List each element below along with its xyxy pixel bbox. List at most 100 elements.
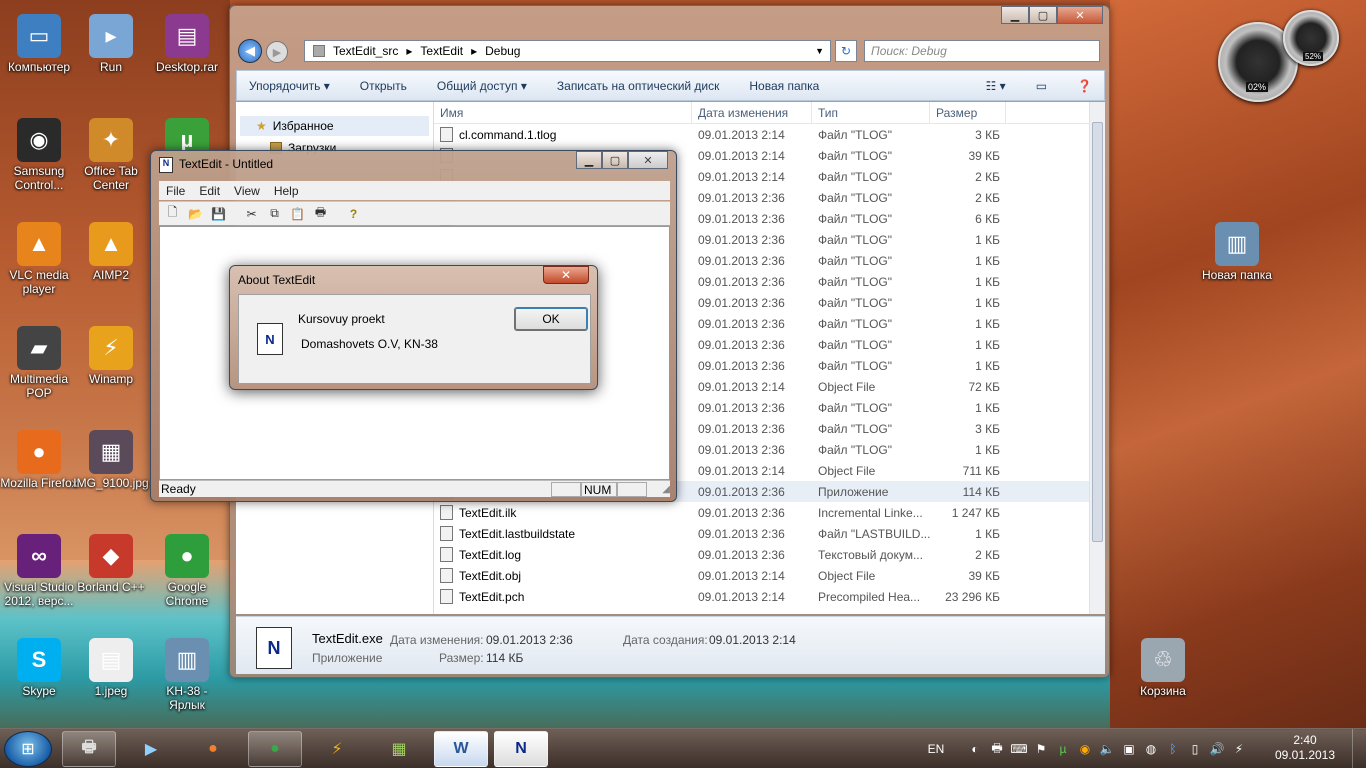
- help-icon[interactable]: ?: [344, 205, 363, 223]
- open-button[interactable]: Открыть: [360, 79, 407, 93]
- taskbar-media-player[interactable]: ▶: [124, 731, 178, 767]
- taskbar-word[interactable]: W: [434, 731, 488, 767]
- file-row[interactable]: TextEdit.obj 09.01.2013 2:14 Object File 39…: [434, 565, 1105, 586]
- ok-button[interactable]: OK: [514, 307, 588, 331]
- desktop-icon[interactable]: ▥ Новая папка: [1198, 222, 1276, 282]
- printer-tray-icon[interactable]: 🖶: [989, 741, 1005, 757]
- menu-help[interactable]: Help: [274, 184, 299, 198]
- taskbar-chrome[interactable]: ●: [248, 731, 302, 767]
- breadcrumb-item[interactable]: Debug: [485, 44, 520, 58]
- minimize-button[interactable]: ▁: [1001, 6, 1029, 24]
- close-button[interactable]: ✕: [1057, 6, 1103, 24]
- file-row[interactable]: TextEdit.lastbuildstate 09.01.2013 2:36 Фа…: [434, 523, 1105, 544]
- file-row[interactable]: cl.command.1.tlog 09.01.2013 2:14 Файл "TL…: [434, 124, 1105, 145]
- power-icon[interactable]: ⚡: [1231, 741, 1247, 757]
- col-size[interactable]: Размер: [930, 102, 1006, 123]
- desktop-icon[interactable]: ▰ Multimedia POP: [0, 326, 78, 400]
- start-button[interactable]: ⊞: [4, 731, 52, 767]
- breadcrumb-item[interactable]: TextEdit: [420, 44, 463, 58]
- new-file-icon[interactable]: 🗋: [163, 205, 182, 223]
- desktop-icon[interactable]: ◉ Samsung Control...: [0, 118, 78, 192]
- desktop-icon-image: ●: [17, 430, 61, 474]
- taskbar-app[interactable]: ▦: [372, 731, 426, 767]
- view-options-icon[interactable]: ☷ ▾: [986, 79, 1006, 93]
- forward-button[interactable]: ▶: [266, 41, 288, 63]
- about-close-button[interactable]: ✕: [543, 266, 589, 284]
- menu-view[interactable]: View: [234, 184, 260, 198]
- keyboard-icon[interactable]: ⌨: [1010, 741, 1027, 757]
- scrollbar-thumb[interactable]: [1092, 122, 1103, 542]
- clock[interactable]: 2:40 09.01.2013: [1270, 733, 1340, 763]
- desktop-icon[interactable]: ✦ Office Tab Center: [72, 118, 150, 192]
- maximize-button[interactable]: ▢: [1029, 6, 1057, 24]
- col-name[interactable]: Имя: [434, 102, 692, 123]
- menu-edit[interactable]: Edit: [199, 184, 220, 198]
- cut-icon[interactable]: ✂: [242, 205, 261, 223]
- taskbar-winamp[interactable]: ⚡: [310, 731, 364, 767]
- desktop-icon[interactable]: ⚡ Winamp: [72, 326, 150, 386]
- aimp-icon[interactable]: ◉: [1077, 741, 1093, 757]
- volume-icon[interactable]: 🔈: [1099, 741, 1115, 757]
- desktop-icon[interactable]: S Skype: [0, 638, 78, 698]
- desktop-icon[interactable]: ▲ VLC media player: [0, 222, 78, 296]
- back-button[interactable]: ◀: [238, 39, 262, 63]
- flag-icon[interactable]: ⚑: [1033, 741, 1049, 757]
- open-file-icon[interactable]: 📂: [186, 205, 205, 223]
- desktop-icon[interactable]: ▭ Компьютер: [0, 14, 78, 74]
- file-row[interactable]: TextEdit.log 09.01.2013 2:36 Текстовый док…: [434, 544, 1105, 565]
- taskbar-textedit[interactable]: N: [494, 731, 548, 767]
- bluetooth-icon[interactable]: ᛒ: [1165, 741, 1181, 757]
- desktop-icon[interactable]: ▤ 1.jpeg: [72, 638, 150, 698]
- scrollbar[interactable]: [1089, 102, 1105, 614]
- print-icon[interactable]: 🖶: [311, 205, 330, 223]
- desktop-icon[interactable]: ● Google Chrome: [148, 534, 226, 608]
- network-icon[interactable]: ◐: [967, 741, 983, 757]
- desktop-icon[interactable]: ▸ Run: [72, 14, 150, 74]
- share-button[interactable]: Общий доступ ▾: [437, 79, 527, 93]
- paste-icon[interactable]: 📋: [288, 205, 307, 223]
- file-row[interactable]: TextEdit.pch 09.01.2013 2:14 Precompiled H…: [434, 586, 1105, 607]
- breadcrumb-item[interactable]: TextEdit_src: [333, 44, 398, 58]
- help-icon[interactable]: ❓: [1077, 79, 1092, 93]
- close-button[interactable]: ✕: [628, 151, 668, 169]
- device-icon[interactable]: ▯: [1187, 741, 1203, 757]
- nav-favorites[interactable]: ★ Избранное: [240, 116, 429, 136]
- taskbar-printer[interactable]: 🖶: [62, 731, 116, 767]
- file-type: Файл "TLOG": [818, 316, 893, 331]
- save-icon[interactable]: 💾: [209, 205, 228, 223]
- about-dialog[interactable]: About TextEdit ✕ N Kursovuy proekt Domas…: [229, 265, 598, 390]
- maximize-button[interactable]: ▢: [602, 151, 628, 169]
- address-dropdown-icon[interactable]: ▼: [815, 46, 824, 56]
- file-name-cell: TextEdit.ilk: [434, 505, 692, 520]
- desktop-icon[interactable]: ▥ KH-38 - Ярлык: [148, 638, 226, 712]
- new-folder-button[interactable]: Новая папка: [749, 79, 819, 93]
- preview-pane-icon[interactable]: ▭: [1036, 79, 1047, 93]
- desktop-icon[interactable]: ▦ IMG_9100.jpg: [72, 430, 150, 490]
- webcam-icon[interactable]: ◍: [1143, 741, 1159, 757]
- desktop-icon[interactable]: ∞ Visual Studio 2012, верс...: [0, 534, 78, 608]
- speaker-icon[interactable]: 🔊: [1209, 741, 1225, 757]
- organize-button[interactable]: Упорядочить ▾: [249, 79, 330, 93]
- desktop-icon[interactable]: ▤ Desktop.rar: [148, 14, 226, 74]
- minimize-button[interactable]: ▁: [576, 151, 602, 169]
- display-icon[interactable]: ▣: [1121, 741, 1137, 757]
- copy-icon[interactable]: ⧉: [265, 205, 284, 223]
- col-date[interactable]: Дата изменения: [692, 102, 812, 123]
- show-desktop-button[interactable]: [1352, 729, 1366, 768]
- desktop-icon[interactable]: ● Mozilla Firefox: [0, 430, 78, 490]
- col-type[interactable]: Тип: [812, 102, 930, 123]
- taskbar-firefox[interactable]: ●: [186, 731, 240, 767]
- address-bar[interactable]: TextEdit_src ▸ TextEdit ▸ Debug ▼: [304, 40, 831, 62]
- utorrent-icon[interactable]: µ: [1055, 741, 1071, 757]
- search-input[interactable]: Поиск: Debug: [864, 40, 1100, 62]
- burn-button[interactable]: Записать на оптический диск: [557, 79, 720, 93]
- desktop-icon[interactable]: ◆ Borland C++: [72, 534, 150, 594]
- memory-meter-gadget[interactable]: 52%: [1283, 10, 1339, 66]
- refresh-button[interactable]: ↻: [835, 40, 857, 62]
- desktop-icon[interactable]: ♲ Корзина: [1124, 638, 1202, 698]
- resize-grip-icon[interactable]: ◢: [662, 484, 670, 495]
- menu-file[interactable]: File: [166, 184, 185, 198]
- desktop-icon[interactable]: ▲ AIMP2: [72, 222, 150, 282]
- language-indicator[interactable]: EN: [925, 741, 947, 757]
- file-row[interactable]: TextEdit.ilk 09.01.2013 2:36 Incremental L…: [434, 502, 1105, 523]
